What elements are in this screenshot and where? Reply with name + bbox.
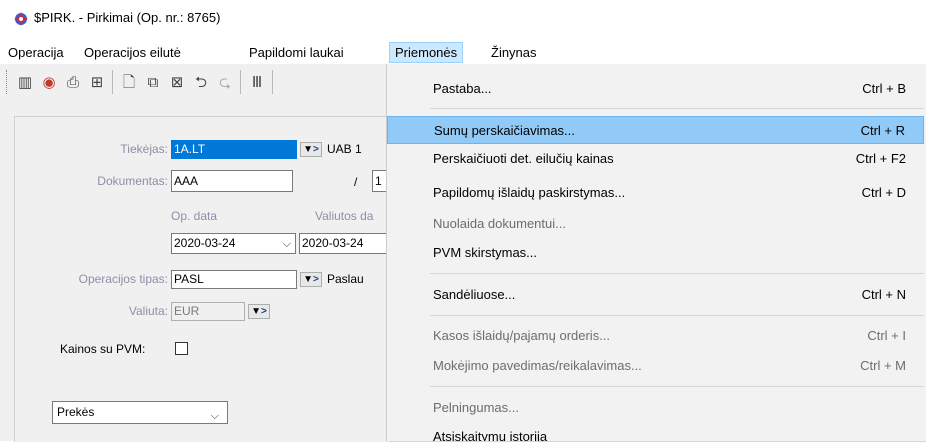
menu-item-shortcut: Ctrl + F2 xyxy=(855,151,906,166)
kainos-su-pvm-checkbox[interactable] xyxy=(175,342,188,355)
undo-icon[interactable]: ⮌ xyxy=(192,73,210,91)
tiekejas-label: Tiekėjas: xyxy=(120,142,168,156)
delete-document-icon[interactable]: ⊠ xyxy=(168,73,186,91)
toolbar-grip[interactable] xyxy=(6,70,8,94)
valiutos-data-picker[interactable]: 2020-03-24 xyxy=(299,233,389,254)
valiutos-data-label: Valiutos da xyxy=(315,209,374,223)
columns-icon[interactable]: Ⅲ xyxy=(248,73,266,91)
redo-icon[interactable]: ⮎ xyxy=(216,73,234,91)
lookup-icon: ▼ xyxy=(303,144,314,155)
menu-item-mokejimo-pavedimas[interactable]: Mokėjimo pavedimas/reikalavimas... Ctrl … xyxy=(387,352,924,380)
menu-item-pastaba[interactable]: Pastaba... Ctrl + B xyxy=(387,75,924,103)
menu-item-nuolaida-dokumentui[interactable]: Nuolaida dokumentui... xyxy=(387,210,924,238)
menu-zinynas[interactable]: Žinynas xyxy=(486,43,542,62)
op-tipas-lookup-button[interactable]: ▼> xyxy=(300,272,322,287)
dokumentas-label: Dokumentas: xyxy=(97,174,168,188)
lookup-icon: ▼ xyxy=(251,306,262,317)
valiutos-data-value: 2020-03-24 xyxy=(302,236,364,250)
menu-item-perskaiciuoti-det-eiluciu-kainas[interactable]: Perskaičiuoti det. eilučių kainas Ctrl +… xyxy=(387,145,924,173)
menu-item-label: Pastaba... xyxy=(433,81,492,96)
menu-item-shortcut: Ctrl + I xyxy=(867,328,906,343)
tiekejas-lookup-button[interactable]: ▼> xyxy=(300,142,322,157)
menu-item-label: Kasos išlaidų/pajamų orderis... xyxy=(433,328,611,343)
menu-item-kasos-orderis[interactable]: Kasos išlaidų/pajamų orderis... Ctrl + I xyxy=(387,322,924,350)
menu-item-pelningumas[interactable]: Pelningumas... xyxy=(387,394,924,422)
menu-separator xyxy=(430,108,924,109)
menu-item-shortcut: Ctrl + D xyxy=(861,185,906,200)
new-document-icon[interactable]: 🗋 xyxy=(120,73,138,91)
menu-item-label: Pelningumas... xyxy=(433,400,519,415)
lookup-icon: ▼ xyxy=(303,274,314,285)
menu-item-label: Perskaičiuoti det. eilučių kainas xyxy=(433,151,614,166)
arrow-icon: > xyxy=(313,274,319,285)
menu-operacija[interactable]: Operacija xyxy=(3,43,69,62)
arrow-icon: > xyxy=(313,144,319,155)
print-icon[interactable]: ⎙ xyxy=(64,73,82,91)
toolbar-separator xyxy=(240,70,241,94)
window-title: $PIRK. - Pirkimai (Op. nr.: 8765) xyxy=(34,10,221,25)
menu-item-shortcut: Ctrl + N xyxy=(861,287,906,302)
menu-item-label: Sandėliuose... xyxy=(433,287,516,302)
menu-item-label: Atsiskaitymų istorija xyxy=(433,429,548,441)
copy-document-icon[interactable]: ⧉ xyxy=(144,73,162,91)
prekes-combobox[interactable]: Prekės ⌵ xyxy=(52,401,228,424)
op-tipas-input[interactable]: PASL xyxy=(171,270,297,289)
valiuta-input[interactable]: EUR xyxy=(171,302,245,321)
op-data-picker[interactable]: 2020-03-24 ⌵ xyxy=(171,233,296,254)
op-data-label: Op. data xyxy=(171,209,218,223)
preview-icon[interactable]: ⊞ xyxy=(88,73,106,91)
op-tipas-name: Paslau xyxy=(327,272,364,286)
op-tipas-label: Operacijos tipas: xyxy=(78,272,168,286)
tiekejas-name: UAB 1 xyxy=(327,142,362,156)
op-data-value: 2020-03-24 xyxy=(174,236,236,250)
toolbar-separator xyxy=(112,70,113,94)
refresh-icon[interactable]: ◉ xyxy=(40,73,58,91)
prekes-value: Prekės xyxy=(57,405,95,419)
chevron-down-icon[interactable]: ⌵ xyxy=(283,235,291,254)
kainos-su-pvm-label: Kainos su PVM: xyxy=(60,342,146,356)
menu-item-sandeliuose[interactable]: Sandėliuose... Ctrl + N xyxy=(387,281,924,309)
valiuta-label: Valiuta: xyxy=(128,304,168,318)
menu-operacijos-eilute[interactable]: Operacijos eilutė xyxy=(79,43,186,62)
menu-papildomi-laukai[interactable]: Papildomi laukai xyxy=(244,43,349,62)
menu-item-label: Mokėjimo pavedimas/reikalavimas... xyxy=(433,358,642,373)
menu-priemones[interactable]: Priemonės xyxy=(389,42,464,63)
menu-separator xyxy=(430,315,924,316)
toolbar-separator xyxy=(272,70,273,94)
dokumentas-input[interactable]: AAA xyxy=(171,170,293,192)
menu-separator xyxy=(430,386,924,387)
menu-item-shortcut: Ctrl + M xyxy=(860,358,906,373)
book-icon[interactable]: ▥ xyxy=(16,73,34,91)
menu-item-papildomu-islaidu-paskirstymas[interactable]: Papildomų išlaidų paskirstymas... Ctrl +… xyxy=(387,179,924,207)
menu-item-label: Papildomų išlaidų paskirstymas... xyxy=(433,185,626,200)
menu-item-sumu-perskaiciavimas[interactable]: Sumų perskaičiavimas... Ctrl + R xyxy=(387,116,924,144)
menu-separator xyxy=(430,273,924,274)
menu-item-label: PVM skirstymas... xyxy=(433,245,538,260)
menu-item-label: Nuolaida dokumentui... xyxy=(433,216,566,231)
valiuta-lookup-button[interactable]: ▼> xyxy=(248,304,270,319)
menu-item-shortcut: Ctrl + R xyxy=(860,123,905,138)
app-icon xyxy=(14,12,28,26)
menu-item-atsiskaitymu-istorija[interactable]: Atsiskaitymų istorija xyxy=(387,423,924,441)
tiekejas-input[interactable]: 1A.LT xyxy=(171,140,297,159)
menu-item-shortcut: Ctrl + B xyxy=(862,81,906,96)
menu-item-pvm-skirstymas[interactable]: PVM skirstymas... xyxy=(387,239,924,267)
menu-item-label: Sumų perskaičiavimas... xyxy=(434,123,575,138)
dokumentas-separator: / xyxy=(354,175,358,189)
chevron-down-icon[interactable]: ⌵ xyxy=(211,406,219,427)
arrow-icon: > xyxy=(261,306,267,317)
